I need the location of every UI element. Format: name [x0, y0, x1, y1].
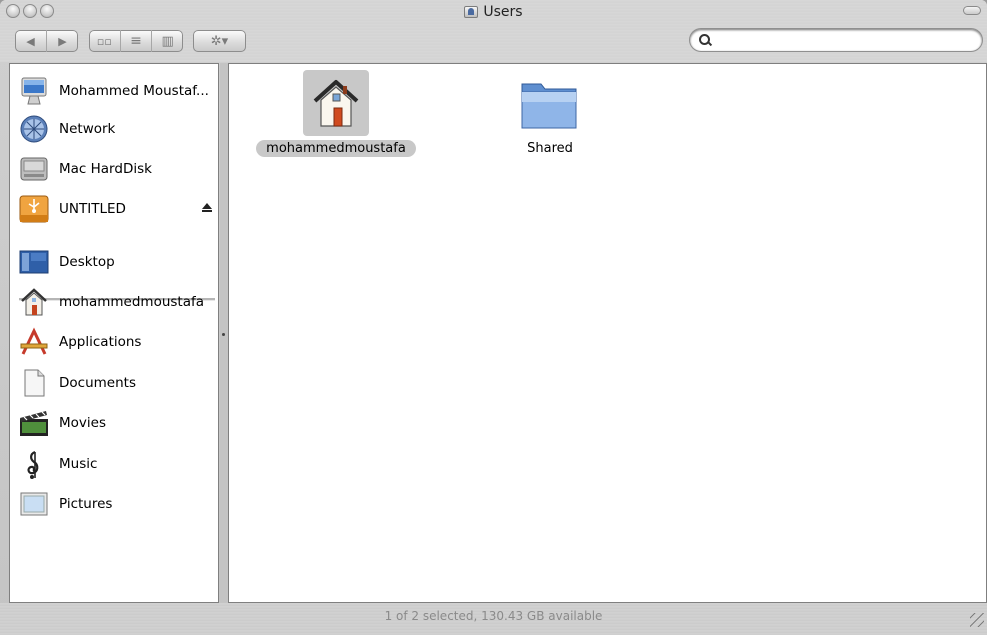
column-view-icon: ▥ [161, 33, 174, 49]
back-arrow-icon: ◀ [26, 34, 35, 48]
file-item-label: Shared [527, 141, 573, 156]
sidebar-item-label: Pictures [59, 496, 113, 512]
view-switcher: ▫▫ ≡ ▥ [89, 30, 183, 52]
pictures-icon [18, 488, 50, 520]
sidebar-item-network[interactable]: Network [18, 112, 218, 146]
window-title-bar: Users [0, 4, 987, 20]
status-text: 1 of 2 selected, 130.43 GB available [384, 609, 603, 623]
action-menu-button[interactable]: ✲▾ [193, 30, 246, 52]
usb-drive-icon [18, 193, 50, 225]
sidebar-item-desktop[interactable]: Desktop [18, 245, 218, 279]
sidebar-item-home[interactable]: mohammedmoustafa [18, 285, 218, 319]
computer-icon [18, 75, 50, 107]
forward-button[interactable]: ▶ [46, 30, 78, 52]
search-icon [699, 34, 710, 45]
eject-icon[interactable] [202, 203, 212, 212]
sidebar-item-label: Mac HardDisk [59, 161, 152, 177]
column-view-button[interactable]: ▥ [151, 30, 183, 52]
sidebar-item-applications[interactable]: Applications [18, 325, 218, 359]
sidebar-item-movies[interactable]: Movies [18, 406, 218, 440]
sidebar-item-label: Mohammed Moustaf... [59, 83, 209, 99]
sidebar-item-label: Desktop [59, 254, 115, 270]
hard-disk-icon [18, 153, 50, 185]
file-item-shared-folder[interactable]: Shared [488, 70, 612, 157]
icon-view-icon: ▫▫ [96, 34, 112, 48]
sidebar-item-untitled-drive[interactable]: UNTITLED [18, 192, 218, 226]
file-item-label: mohammedmoustafa [256, 140, 416, 157]
resize-grip-icon[interactable] [970, 613, 984, 627]
music-icon [18, 448, 50, 480]
applications-icon [18, 326, 50, 358]
sidebar-item-documents[interactable]: Documents [18, 366, 218, 400]
movies-icon [18, 407, 50, 439]
sidebar-item-label: Music [59, 456, 98, 472]
search-field[interactable] [690, 29, 982, 51]
sidebar-item-hard-disk[interactable]: Mac HardDisk [18, 152, 218, 186]
desktop-icon [18, 246, 50, 278]
toolbar-toggle-button[interactable] [963, 6, 981, 15]
sidebar-item-label: Documents [59, 375, 136, 391]
users-folder-icon [464, 6, 479, 18]
window-title: Users [483, 4, 523, 20]
list-view-button[interactable]: ≡ [119, 30, 152, 52]
search-input[interactable] [714, 31, 973, 50]
documents-icon [18, 367, 50, 399]
sidebar-item-music[interactable]: Music [18, 447, 218, 481]
gear-icon: ✲▾ [210, 33, 229, 49]
forward-arrow-icon: ▶ [58, 34, 67, 48]
file-item-home-folder[interactable]: mohammedmoustafa [250, 70, 422, 157]
back-button[interactable]: ◀ [15, 30, 46, 52]
folder-icon [517, 70, 583, 136]
file-browser: mohammedmoustafa Shared [228, 63, 987, 603]
sidebar-item-label: UNTITLED [59, 201, 126, 217]
home-icon [18, 286, 50, 318]
sidebar-item-label: Applications [59, 334, 142, 350]
sidebar-item-computer[interactable]: Mohammed Moustaf... [18, 74, 218, 108]
home-folder-icon [303, 70, 369, 136]
sidebar: Mohammed Moustaf... Network Mac HardDisk… [9, 63, 219, 603]
status-bar: 1 of 2 selected, 130.43 GB available [0, 603, 987, 635]
network-globe-icon [18, 113, 50, 145]
icon-view-button[interactable]: ▫▫ [89, 30, 120, 52]
list-view-icon: ≡ [130, 33, 142, 49]
sidebar-splitter[interactable] [220, 63, 228, 603]
sidebar-item-label: Movies [59, 415, 106, 431]
sidebar-item-label: mohammedmoustafa [59, 294, 205, 310]
nav-buttons: ◀ ▶ [15, 30, 78, 52]
splitter-handle-icon [222, 333, 225, 336]
sidebar-item-pictures[interactable]: Pictures [18, 487, 218, 521]
sidebar-item-label: Network [59, 121, 116, 137]
finder-window: Users ◀ ▶ ▫▫ ≡ ▥ ✲▾ Mohammed Moustaf... … [0, 0, 987, 635]
